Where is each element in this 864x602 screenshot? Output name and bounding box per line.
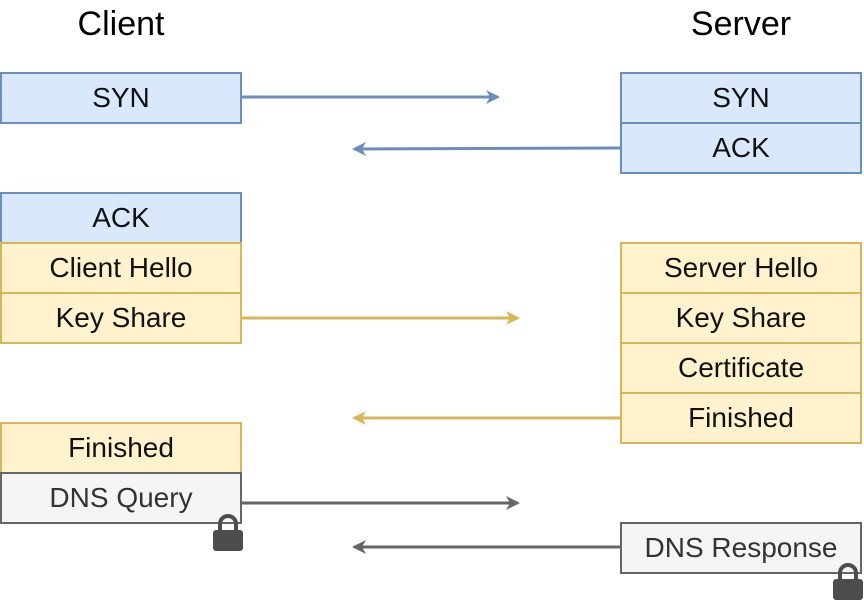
server-key-share-box: Key Share [620,292,862,344]
server-certificate-box: Certificate [620,342,862,394]
dns-response-box: DNS Response [620,522,862,574]
dns-query-box: DNS Query [0,472,242,524]
lock-icon [213,514,243,551]
client-finished-box: Finished [0,422,242,474]
server-ack-box: ACK [620,122,862,174]
arrow-synack-to-client [352,141,622,156]
lock-icon [833,563,863,600]
client-hello-box: Client Hello [0,242,242,294]
server-syn-box: SYN [620,72,862,124]
client-ack-box: ACK [0,192,242,244]
server-finished-box: Finished [620,392,862,444]
server-hello-box: Server Hello [620,242,862,294]
client-syn-box: SYN [0,72,242,124]
client-key-share-box: Key Share [0,292,242,344]
